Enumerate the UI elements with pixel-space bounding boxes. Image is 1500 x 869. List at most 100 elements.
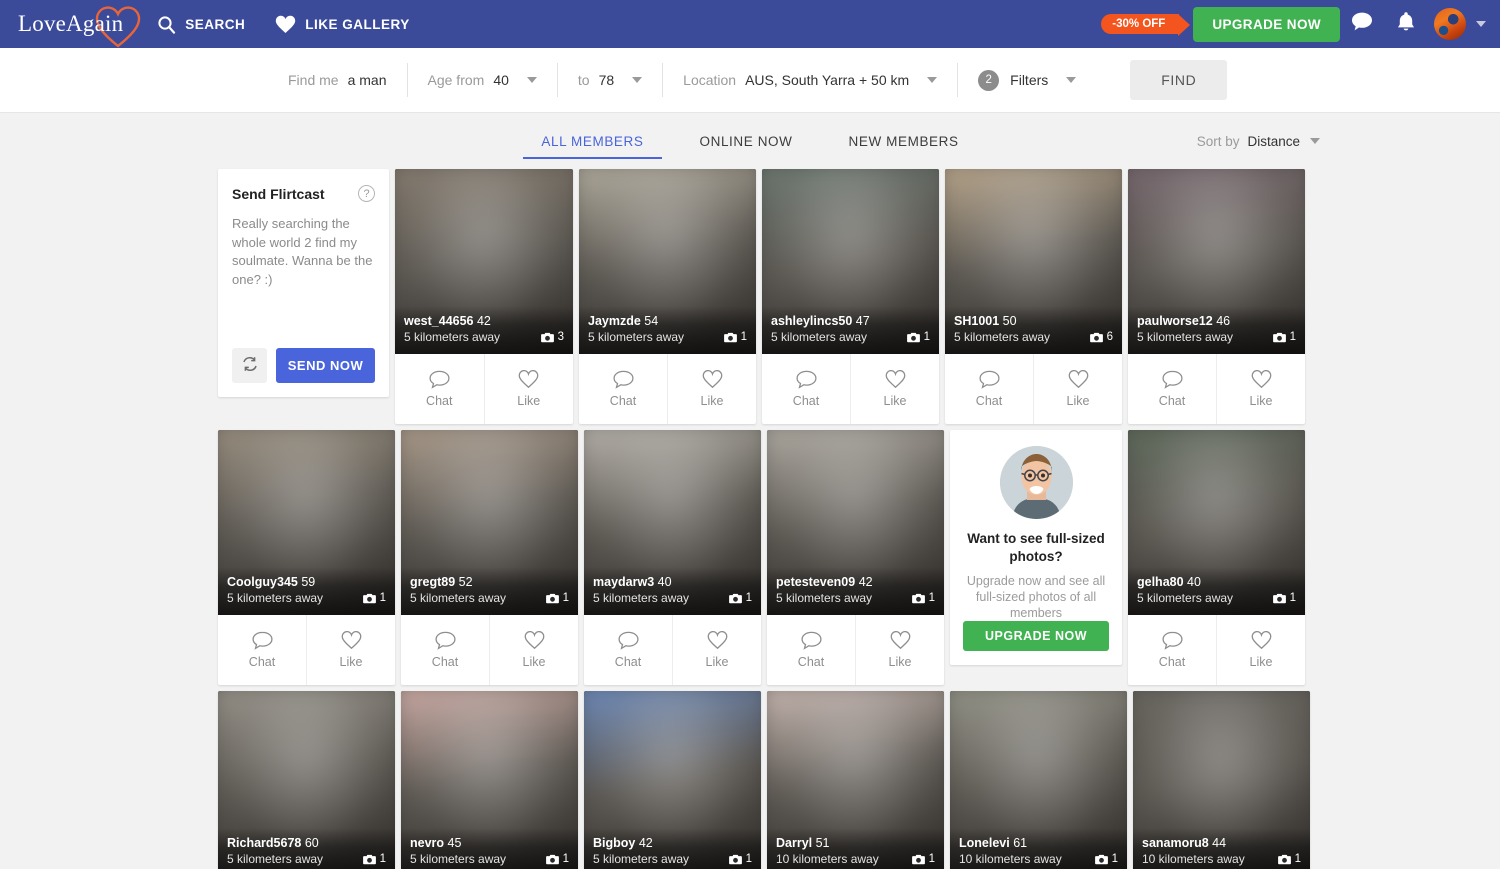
- member-photo[interactable]: Darryl 51 10 kilometers away 1: [767, 691, 944, 869]
- chat-button[interactable]: Chat: [762, 354, 850, 424]
- member-photo[interactable]: Richard5678 60 5 kilometers away 1: [218, 691, 395, 869]
- discount-badge[interactable]: -30% OFF: [1101, 14, 1191, 36]
- like-button[interactable]: Like: [667, 354, 756, 424]
- member-photo[interactable]: Coolguy345 59 5 kilometers away 1: [218, 430, 395, 615]
- question-mark-icon[interactable]: ?: [358, 185, 375, 202]
- chevron-down-icon[interactable]: [526, 77, 537, 83]
- chat-button[interactable]: Chat: [945, 354, 1033, 424]
- like-button[interactable]: Like: [1216, 354, 1305, 424]
- find-me-label: Find me: [288, 72, 339, 88]
- like-label: Like: [1249, 655, 1273, 669]
- member-photo[interactable]: petesteven09 42 5 kilometers away 1: [767, 430, 944, 615]
- member-photo[interactable]: west_44656 42 5 kilometers away 3: [395, 169, 573, 354]
- header-upgrade-now-button[interactable]: UPGRADE NOW: [1193, 6, 1340, 42]
- member-age: 40: [1187, 575, 1201, 589]
- chat-button[interactable]: Chat: [1128, 354, 1216, 424]
- chevron-down-icon[interactable]: [1310, 138, 1320, 144]
- chat-bubble-icon: [978, 370, 1000, 389]
- member-card[interactable]: sanamoru8 4410 kilometers away1ChatLike: [1133, 691, 1310, 869]
- member-card[interactable]: Richard5678 605 kilometers away1ChatLike: [218, 691, 395, 869]
- location-field[interactable]: Location AUS, South Yarra + 50 km: [683, 63, 959, 97]
- member-photo-count: 1: [362, 592, 386, 604]
- tab-all-members[interactable]: ALL MEMBERS: [513, 113, 671, 169]
- member-card[interactable]: Lonelevi 6110 kilometers away1ChatLike: [950, 691, 1127, 869]
- chat-label: Chat: [797, 655, 825, 669]
- member-distance: 5 kilometers away: [227, 591, 324, 605]
- member-distance: 10 kilometers away: [776, 852, 879, 866]
- chat-button[interactable]: Chat: [395, 354, 484, 424]
- like-button[interactable]: Like: [306, 615, 395, 685]
- member-photo-count: 3: [540, 331, 564, 343]
- member-card[interactable]: ashleylincs50 47 5 kilometers away 1 Chat Li…: [762, 169, 939, 424]
- age-to-field[interactable]: to 78: [578, 63, 664, 97]
- find-me-field[interactable]: Find me a man: [288, 63, 408, 97]
- avatar[interactable]: [1434, 8, 1466, 40]
- like-button[interactable]: Like: [855, 615, 944, 685]
- chevron-down-icon[interactable]: [927, 77, 938, 83]
- member-info-overlay: SH1001 50 5 kilometers away 6: [945, 306, 1122, 354]
- member-photo[interactable]: Lonelevi 61 10 kilometers away 1: [950, 691, 1127, 869]
- nav-search[interactable]: SEARCH: [157, 15, 245, 34]
- member-actions: Chat Like: [579, 354, 756, 424]
- header-actions: -30% OFF UPGRADE NOW: [1101, 2, 1486, 46]
- find-button[interactable]: FIND: [1130, 60, 1228, 100]
- member-photo[interactable]: Jaymzde 54 5 kilometers away 1: [579, 169, 756, 354]
- member-card[interactable]: maydarw3 40 5 kilometers away 1 Chat Like: [584, 430, 761, 685]
- member-card[interactable]: Bigboy 425 kilometers away1ChatLike: [584, 691, 761, 869]
- flirtcast-send-now-button[interactable]: SEND NOW: [276, 348, 375, 383]
- chat-label: Chat: [792, 394, 820, 408]
- like-button[interactable]: Like: [1033, 354, 1122, 424]
- chevron-down-icon[interactable]: [632, 77, 643, 83]
- like-label: Like: [522, 655, 546, 669]
- member-card[interactable]: Jaymzde 54 5 kilometers away 1 Chat Like: [579, 169, 756, 424]
- chat-button[interactable]: Chat: [579, 354, 667, 424]
- age-from-field[interactable]: Age from 40: [428, 63, 558, 97]
- like-button[interactable]: Like: [672, 615, 761, 685]
- member-card[interactable]: petesteven09 42 5 kilometers away 1 Chat Lik…: [767, 430, 944, 685]
- member-photo[interactable]: ashleylincs50 47 5 kilometers away 1: [762, 169, 939, 354]
- chat-button[interactable]: Chat: [584, 615, 672, 685]
- member-photo[interactable]: maydarw3 40 5 kilometers away 1: [584, 430, 761, 615]
- chat-button[interactable]: Chat: [218, 615, 306, 685]
- member-card[interactable]: gregt89 52 5 kilometers away 1 Chat Like: [401, 430, 578, 685]
- member-photo[interactable]: sanamoru8 44 10 kilometers away 1: [1133, 691, 1310, 869]
- member-photo[interactable]: nevro 45 5 kilometers away 1: [401, 691, 578, 869]
- chat-button[interactable]: Chat: [401, 615, 489, 685]
- sort-by-control[interactable]: Sort by Distance: [1197, 134, 1320, 149]
- member-card[interactable]: paulworse12 46 5 kilometers away 1 Chat Like: [1128, 169, 1305, 424]
- chat-button[interactable]: Chat: [767, 615, 855, 685]
- heart-icon: [275, 15, 296, 34]
- like-button[interactable]: Like: [483, 354, 574, 424]
- flirtcast-refresh-button[interactable]: [232, 348, 267, 383]
- member-photo[interactable]: gelha80 40 5 kilometers away 1: [1128, 430, 1305, 615]
- member-card[interactable]: Coolguy345 59 5 kilometers away 1 Chat Like: [218, 430, 395, 685]
- promo-upgrade-now-button[interactable]: UPGRADE NOW: [963, 621, 1109, 651]
- search-filter-bar: Find me a man Age from 40 to 78 Location…: [0, 48, 1500, 113]
- notifications-button[interactable]: [1384, 2, 1428, 46]
- like-button[interactable]: Like: [850, 354, 939, 424]
- chat-button[interactable]: Chat: [1128, 615, 1216, 685]
- member-card[interactable]: gelha80 40 5 kilometers away 1 Chat Like: [1128, 430, 1305, 685]
- like-button[interactable]: Like: [489, 615, 578, 685]
- member-photo-count: 1: [1272, 592, 1296, 604]
- chevron-down-icon[interactable]: [1476, 21, 1486, 27]
- member-photo[interactable]: paulworse12 46 5 kilometers away 1: [1128, 169, 1305, 354]
- member-card[interactable]: nevro 455 kilometers away1ChatLike: [401, 691, 578, 869]
- member-card[interactable]: west_44656 42 5 kilometers away 3 Chat Like: [395, 169, 573, 424]
- tab-online-now[interactable]: ONLINE NOW: [672, 113, 821, 169]
- member-card[interactable]: Darryl 5110 kilometers away1ChatLike: [767, 691, 944, 869]
- member-card[interactable]: SH1001 50 5 kilometers away 6 Chat Like: [945, 169, 1122, 424]
- chevron-down-icon[interactable]: [1066, 77, 1077, 83]
- messages-button[interactable]: [1340, 2, 1384, 46]
- member-photo[interactable]: Bigboy 42 5 kilometers away 1: [584, 691, 761, 869]
- filters-field[interactable]: 2 Filters: [978, 63, 1096, 97]
- logo-text: LoveAgain: [18, 11, 124, 36]
- tab-new-members[interactable]: NEW MEMBERS: [821, 113, 987, 169]
- member-photo[interactable]: SH1001 50 5 kilometers away 6: [945, 169, 1122, 354]
- member-actions: Chat Like: [762, 354, 939, 424]
- like-button[interactable]: Like: [1216, 615, 1305, 685]
- member-photo[interactable]: gregt89 52 5 kilometers away 1: [401, 430, 578, 615]
- site-logo[interactable]: LoveAgain: [18, 6, 141, 48]
- nav-like-gallery[interactable]: LIKE GALLERY: [275, 15, 410, 34]
- chat-bubble-icon: [617, 631, 639, 650]
